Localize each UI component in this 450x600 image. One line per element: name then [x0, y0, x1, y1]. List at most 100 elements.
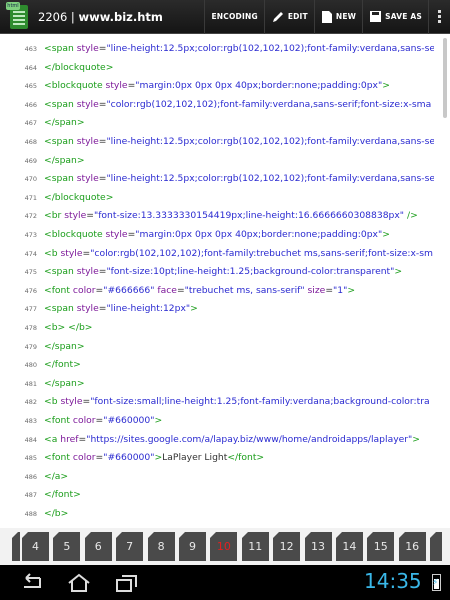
save-icon: [370, 11, 382, 22]
line-number: 474: [24, 249, 37, 258]
code-line[interactable]: 466 <span style="color:rgb(102,102,102);f…: [0, 96, 450, 114]
line-source: </font>: [44, 359, 81, 371]
encoding-label: ENCODING: [211, 12, 258, 21]
recent-apps-icon[interactable]: [114, 573, 140, 593]
line-source: <b style="font-size:small;line-height:1.…: [44, 396, 430, 408]
line-number: 468: [24, 138, 37, 146]
page-tab-4[interactable]: 4: [22, 532, 49, 561]
code-line[interactable]: 467 </span>: [0, 114, 450, 132]
page-tab-7[interactable]: 7: [116, 532, 144, 561]
page-tab-16[interactable]: 16: [398, 532, 426, 561]
code-line[interactable]: 485 <font color="#660000">LaPlayer Light<…: [0, 449, 450, 467]
line-source: </b>: [44, 508, 69, 519]
home-icon[interactable]: [66, 573, 92, 593]
line-source: <br style="font-size:13.3333330154419px;…: [44, 210, 418, 222]
line-source: </span>: [44, 117, 85, 129]
save-as-button[interactable]: SAVE AS: [362, 0, 428, 34]
code-line[interactable]: 474 <b style="color:rgb(102,102,102);font…: [0, 245, 450, 263]
new-button[interactable]: NEW: [313, 0, 362, 34]
code-line[interactable]: 476 <font color="#666666" face="trebuchet…: [0, 282, 450, 300]
code-line[interactable]: 475 <span style="font-size:10pt;line-heig…: [0, 263, 450, 281]
line-source: <span style="line-height:12.5px;color:rg…: [44, 173, 434, 185]
code-line[interactable]: 481 </span>: [0, 375, 450, 393]
line-source: <span style="line-height:12px">: [44, 303, 198, 315]
code-line[interactable]: 472 <br style="font-size:13.3333330154419…: [0, 207, 450, 225]
code-line[interactable]: 486 </a>: [0, 468, 450, 486]
line-source: </a>: [44, 470, 69, 482]
line-number: 463: [24, 45, 37, 53]
line-number: 477: [24, 305, 37, 314]
code-line[interactable]: 465 <blockquote style="margin:0px 0px 0px…: [0, 77, 450, 95]
line-number: 481: [24, 379, 37, 388]
page-tab-partial[interactable]: [12, 532, 20, 561]
new-file-icon: [321, 10, 332, 23]
page-tab-14[interactable]: 14: [335, 532, 363, 561]
line-number: 480: [24, 361, 37, 370]
overflow-menu-icon[interactable]: [428, 0, 450, 34]
page-tab-12[interactable]: 12: [273, 532, 301, 561]
code-line[interactable]: 483 <font color="#660000">: [0, 412, 450, 430]
page-tab-6[interactable]: 6: [84, 532, 112, 561]
code-line[interactable]: 464 </blockquote>: [0, 59, 450, 77]
line-number: 479: [24, 342, 37, 351]
code-line[interactable]: 473 <blockquote style="margin:0px 0px 0px…: [0, 226, 450, 244]
line-number: 478: [24, 324, 37, 332]
page-tab-9[interactable]: 9: [178, 532, 206, 561]
line-number: 484: [24, 435, 37, 444]
code-line[interactable]: 478 <b> </b>: [0, 319, 450, 337]
page-tab-11[interactable]: 11: [241, 532, 269, 561]
line-number: 473: [24, 231, 37, 239]
page-tab-8[interactable]: 8: [147, 532, 175, 561]
line-number: 475: [24, 268, 37, 277]
line-source: <span style="line-height:12.5px;color:rg…: [44, 43, 434, 54]
line-number: 471: [24, 193, 37, 202]
line-source: </span>: [44, 340, 85, 352]
title-separator: |: [67, 9, 79, 24]
line-number: 485: [24, 454, 37, 463]
save-as-label: SAVE AS: [385, 12, 422, 21]
page-tab-5[interactable]: 5: [53, 532, 81, 561]
line-source: </span>: [44, 154, 85, 166]
code-line[interactable]: 477 <span style="line-height:12px">: [0, 300, 450, 318]
system-navigation-bar: 14:35 ⚡: [0, 565, 450, 600]
page-tab-15[interactable]: 15: [367, 532, 395, 561]
line-number: 466: [24, 100, 37, 109]
edit-button[interactable]: EDIT: [263, 0, 314, 34]
line-number: 469: [24, 156, 37, 165]
line-source: <font color="#660000">LaPlayer Light</fo…: [44, 452, 265, 464]
file-name: www.biz.htm: [78, 9, 163, 24]
action-bar: html 2206 | www.biz.htm ENCODING EDIT NE…: [0, 0, 450, 34]
code-line[interactable]: 482 <b style="font-size:small;line-height…: [0, 393, 450, 411]
line-source: <b> </b>: [44, 322, 93, 333]
code-line[interactable]: 484 <a href="https://sites.google.com/a/l…: [0, 431, 450, 449]
line-source: <font color="#666666" face="trebuchet ms…: [44, 284, 356, 296]
code-line[interactable]: 469 </span>: [0, 152, 450, 170]
line-number: 487: [24, 491, 37, 500]
page-tab-10[interactable]: 10: [210, 532, 238, 561]
line-number: 488: [24, 510, 37, 518]
page-tab-partial[interactable]: [430, 532, 443, 561]
line-source: <blockquote style="margin:0px 0px 0px 40…: [44, 80, 390, 92]
edit-label: EDIT: [287, 12, 308, 21]
pencil-icon: [272, 11, 283, 22]
app-icon[interactable]: html: [4, 1, 34, 32]
line-source: </font>: [44, 489, 81, 501]
code-line[interactable]: 470 <span style="line-height:12.5px;color…: [0, 170, 450, 188]
back-icon[interactable]: [18, 573, 44, 593]
code-line[interactable]: 463 <span style="line-height:12.5px;color…: [0, 40, 450, 58]
code-line[interactable]: 488 </b>: [0, 505, 450, 523]
code-line[interactable]: 487 </font>: [0, 486, 450, 504]
code-line[interactable]: 471 </blockquote>: [0, 189, 450, 207]
line-number: 483: [24, 417, 37, 425]
code-line[interactable]: 479 </span>: [0, 338, 450, 356]
code-editor[interactable]: 463 <span style="line-height:12.5px;color…: [0, 34, 450, 528]
line-source: <blockquote style="margin:0px 0px 0px 40…: [44, 229, 390, 240]
battery-charging-icon: ⚡: [432, 574, 441, 591]
encoding-button[interactable]: ENCODING: [204, 0, 263, 34]
code-line[interactable]: 468 <span style="line-height:12.5px;color…: [0, 133, 450, 151]
line-number: 464: [24, 63, 37, 72]
page-tab-13[interactable]: 13: [304, 532, 332, 561]
file-title: 2206 | www.biz.htm: [38, 10, 204, 24]
code-line[interactable]: 480 </font>: [0, 356, 450, 374]
file-number: 2206: [38, 9, 68, 24]
